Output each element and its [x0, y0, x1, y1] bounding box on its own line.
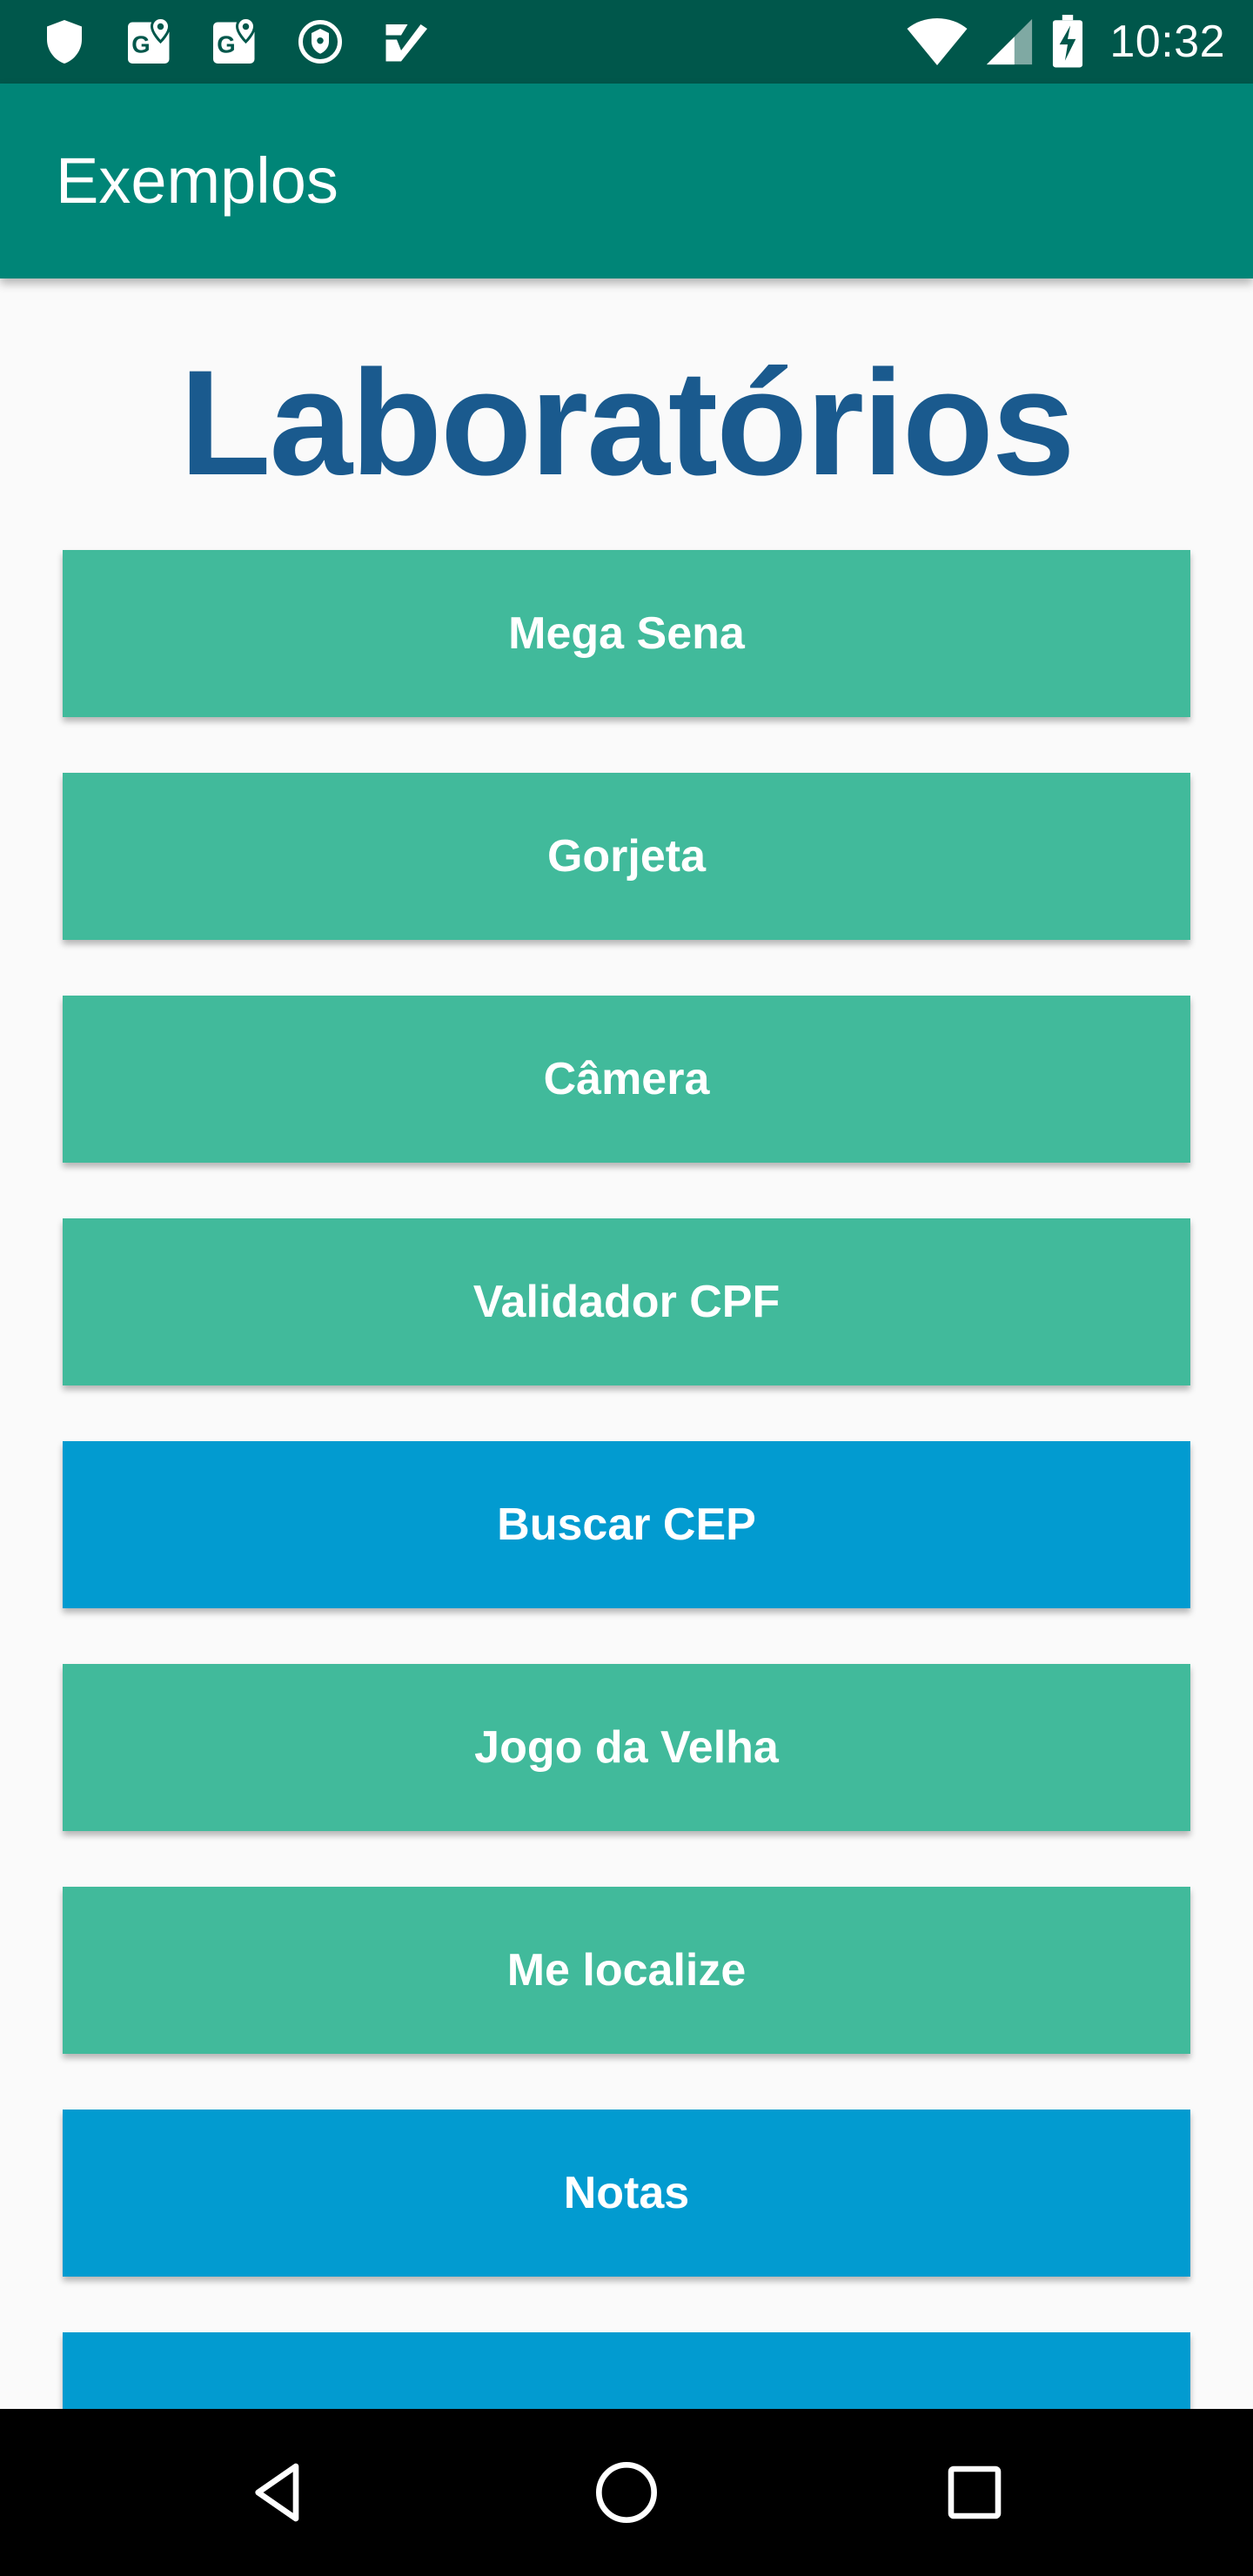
- check-app-icon: [385, 24, 427, 62]
- content-scroll[interactable]: Laboratórios Mega Sena Gorjeta Câmera Va…: [0, 278, 1253, 2409]
- jogo-da-velha-button[interactable]: Jogo da Velha: [63, 1664, 1190, 1831]
- cell-signal-icon: [987, 18, 1033, 65]
- battery-charging-icon: [1053, 15, 1083, 68]
- camera-button[interactable]: Câmera: [63, 996, 1190, 1163]
- shield-icon: [47, 20, 82, 64]
- system-icons: 10:32: [906, 12, 1225, 71]
- navigation-bar: [0, 2409, 1253, 2576]
- mega-sena-button[interactable]: Mega Sena: [63, 550, 1190, 717]
- gorjeta-button[interactable]: Gorjeta: [63, 773, 1190, 940]
- maps-g-icon: G: [128, 16, 171, 64]
- notification-icons: G G: [38, 12, 432, 71]
- status-bar: G G 10:32: [0, 0, 1253, 84]
- buscar-cep-button[interactable]: Buscar CEP: [63, 1441, 1190, 1608]
- maps-g-icon: G: [213, 16, 257, 64]
- me-localize-button[interactable]: Me localize: [63, 1887, 1190, 2054]
- validador-cpf-button[interactable]: Validador CPF: [63, 1218, 1190, 1385]
- wifi-icon: [907, 18, 968, 65]
- home-button[interactable]: [522, 2409, 731, 2576]
- lab-list: Mega Sena Gorjeta Câmera Validador CPF B…: [63, 550, 1190, 2409]
- app-bar: Exemplos: [0, 84, 1253, 278]
- notas-button[interactable]: Notas: [63, 2110, 1190, 2277]
- clock: 10:32: [1109, 17, 1225, 67]
- svg-text:G: G: [217, 31, 235, 58]
- back-button[interactable]: [174, 2409, 383, 2576]
- vpn-shield-icon: [298, 20, 342, 64]
- recents-icon: [948, 2465, 1002, 2519]
- screen: G G 10:32 Exemplos Laboratórios Mega Sen…: [0, 0, 1253, 2576]
- back-icon: [255, 2463, 299, 2522]
- recents-button[interactable]: [870, 2409, 1079, 2576]
- partial-button[interactable]: [63, 2332, 1190, 2409]
- app-title: Exemplos: [56, 144, 338, 217]
- page-title: Laboratórios: [179, 339, 1075, 506]
- home-icon: [596, 2462, 657, 2523]
- svg-text:G: G: [131, 31, 150, 58]
